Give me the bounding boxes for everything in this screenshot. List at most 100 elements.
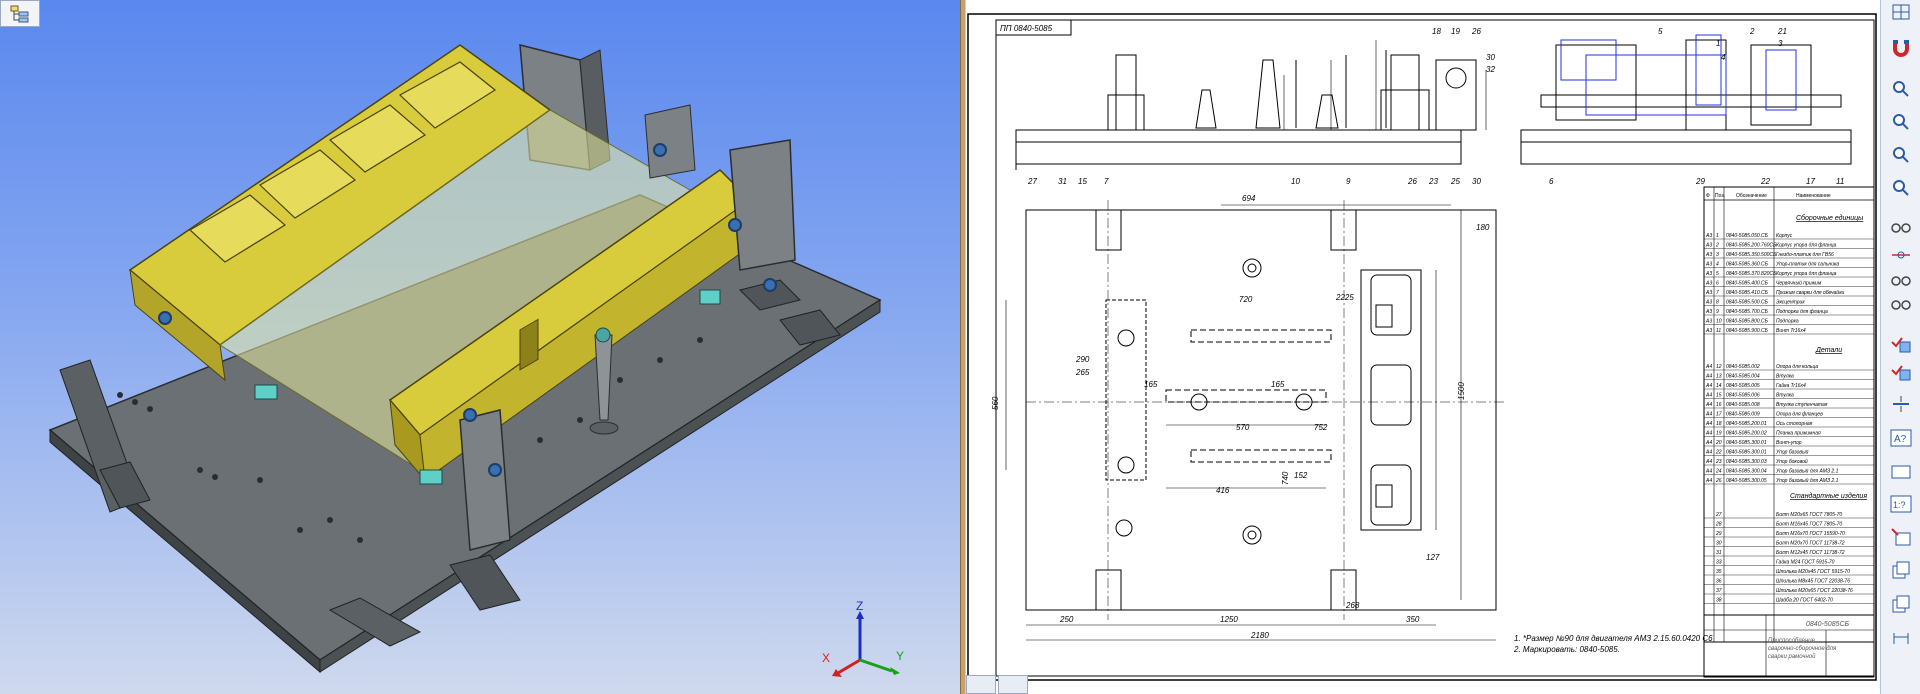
spec-cell: 28 <box>1715 522 1722 528</box>
spec-cell: Втулка <box>1776 393 1794 399</box>
measure-button[interactable] <box>1887 243 1915 267</box>
spec-cell: 27 <box>1715 512 1722 518</box>
spec-cell: Упор базовый для АМЗ 2.1 <box>1776 468 1839 475</box>
spec-cell: 1 <box>1716 233 1719 239</box>
drawing-stamp: ПП 0840-5085 <box>1000 24 1053 33</box>
right-toolbar: A? 1:? <box>1880 0 1920 694</box>
zoom-window-button[interactable] <box>1887 143 1915 167</box>
spec-cell: 29 <box>1715 531 1722 537</box>
spec-cell: 0840-5085.300.01 <box>1726 450 1767 456</box>
view-glasses-button[interactable] <box>1887 215 1915 239</box>
spec-cell: 0840-5085.005 <box>1726 383 1760 389</box>
spec-cell: Болт М20х65 ГОСТ 7805-70 <box>1776 512 1842 518</box>
balloon: 26 <box>1471 27 1481 36</box>
balloon: 10 <box>1291 177 1300 186</box>
snap-magnet-button[interactable] <box>1887 36 1915 60</box>
spec-cell: A4 <box>1705 431 1712 437</box>
spec-cell: 0840-5085.008 <box>1726 402 1760 408</box>
dim-152: 152 <box>1294 471 1308 480</box>
balloon: 32 <box>1486 65 1495 74</box>
spec-cell: Шпилька М8х45 ГОСТ 22038-76 <box>1776 579 1850 585</box>
measure-icon <box>1892 251 1910 259</box>
balloon: 6 <box>1549 177 1554 186</box>
spec-cell: A3 <box>1705 290 1712 296</box>
check-cube-button-2[interactable] <box>1887 360 1915 384</box>
section-button[interactable] <box>1887 392 1915 416</box>
highlighted-parts <box>1560 34 1797 116</box>
balloon: 29 <box>1695 177 1705 186</box>
spec-cell: Упор-платик для сальника <box>1776 262 1839 268</box>
spec-cell: 0840-5085.050.СБ <box>1726 233 1769 239</box>
balloon: 9 <box>1346 177 1351 186</box>
svg-text:1:?: 1:? <box>1893 500 1906 510</box>
spec-cell: A3 <box>1705 252 1712 258</box>
spec-cell: 7 <box>1716 290 1719 296</box>
glasses-button-3[interactable] <box>1887 292 1915 316</box>
layers-button[interactable] <box>1887 558 1915 582</box>
spec-cell: Втулка <box>1776 374 1794 380</box>
spec-cell: 0840-5085.002 <box>1726 364 1760 370</box>
dimension-button[interactable] <box>1887 625 1915 649</box>
magnifier-icon <box>1893 81 1909 97</box>
spec-cell: 0840-5085.009 <box>1726 412 1760 418</box>
spec-cell: 22 <box>1715 450 1722 456</box>
balloon: 21 <box>1777 27 1787 36</box>
spec-cell: Болт М16х45 ГОСТ 7805-70 <box>1776 522 1842 528</box>
title-name-line1: Приспособление <box>1768 638 1816 644</box>
spec-cell: Упор базовый для АМЗ 2.1 <box>1776 477 1839 484</box>
rectangle-button[interactable] <box>1887 460 1915 484</box>
sheet-tabs <box>966 675 1028 694</box>
insert-view-button[interactable] <box>1887 525 1915 549</box>
dim-752: 752 <box>1314 423 1328 432</box>
spec-cell: A3 <box>1705 262 1712 268</box>
dim-560: 560 <box>991 396 1000 410</box>
glasses-button-2[interactable] <box>1887 268 1915 292</box>
zoom-out-button[interactable] <box>1887 110 1915 134</box>
scale-icon: 1:? <box>1890 495 1912 513</box>
drawing-note-1: 1. *Размер №90 для двигателя АМЗ 2.15.60… <box>1514 634 1713 643</box>
spec-header-format: Ф <box>1706 193 1710 199</box>
axis-x-label: X <box>822 651 831 665</box>
3d-model[interactable] <box>0 0 960 694</box>
spec-cell: 0840-5085.700.СБ <box>1726 309 1769 315</box>
sheet-tab-1[interactable] <box>966 675 996 694</box>
glasses-icon <box>1891 223 1911 233</box>
balloon: 7 <box>1104 177 1109 186</box>
dim-250: 250 <box>1059 615 1074 624</box>
drawing-sheet[interactable]: ПП 0840-5085 18 19 26 30 32 5 2 21 3 1 4… <box>966 0 1880 694</box>
spec-cell: A4 <box>1705 459 1712 465</box>
model-viewport[interactable]: Z X Y <box>0 0 960 694</box>
spec-cell: Шпилька М20х65 ГОСТ 22038-76 <box>1776 588 1853 594</box>
spec-cell: A4 <box>1705 478 1712 484</box>
dim-265: 265 <box>1075 368 1090 377</box>
spec-cell: 0840-5085.370.820СБ <box>1726 271 1777 277</box>
copy-button[interactable] <box>1887 592 1915 616</box>
section-icon <box>1893 396 1909 412</box>
axis-y-label: Y <box>896 649 905 663</box>
drawing-canvas[interactable]: ПП 0840-5085 18 19 26 30 32 5 2 21 3 1 4… <box>966 0 1880 694</box>
text-style-button[interactable]: A? <box>1887 426 1915 450</box>
grid-button[interactable] <box>1887 0 1915 24</box>
spec-cell: 5 <box>1716 271 1719 277</box>
spec-cell: 16 <box>1716 402 1722 408</box>
magnifier-icon <box>1893 180 1909 196</box>
spec-cell: A4 <box>1705 469 1712 475</box>
check-cube-button[interactable] <box>1887 332 1915 356</box>
balloon: 3 <box>1778 39 1783 48</box>
zoom-all-button[interactable] <box>1887 176 1915 200</box>
balloon: 11 <box>1836 177 1844 186</box>
scale-button[interactable]: 1:? <box>1887 492 1915 516</box>
spec-cell: 14 <box>1716 383 1722 389</box>
sheet-tab-2[interactable] <box>998 675 1028 694</box>
spec-cell: 0840-5085.300.03 <box>1726 459 1767 465</box>
spec-cell: Винт-упор <box>1776 440 1802 446</box>
spec-section-standard: Стандартные изделия <box>1790 492 1867 500</box>
spec-cell: Корпус <box>1776 233 1793 239</box>
spec-cell: 35 <box>1716 569 1722 575</box>
magnifier-icon <box>1893 147 1909 163</box>
zoom-in-button[interactable] <box>1887 77 1915 101</box>
spec-cell: 0840-5085.300.01 <box>1726 440 1767 446</box>
dim-overall-length: 2180 <box>1250 631 1269 640</box>
axis-z-label: Z <box>856 599 864 613</box>
spec-cell: Опора для фланцев <box>1776 412 1823 418</box>
